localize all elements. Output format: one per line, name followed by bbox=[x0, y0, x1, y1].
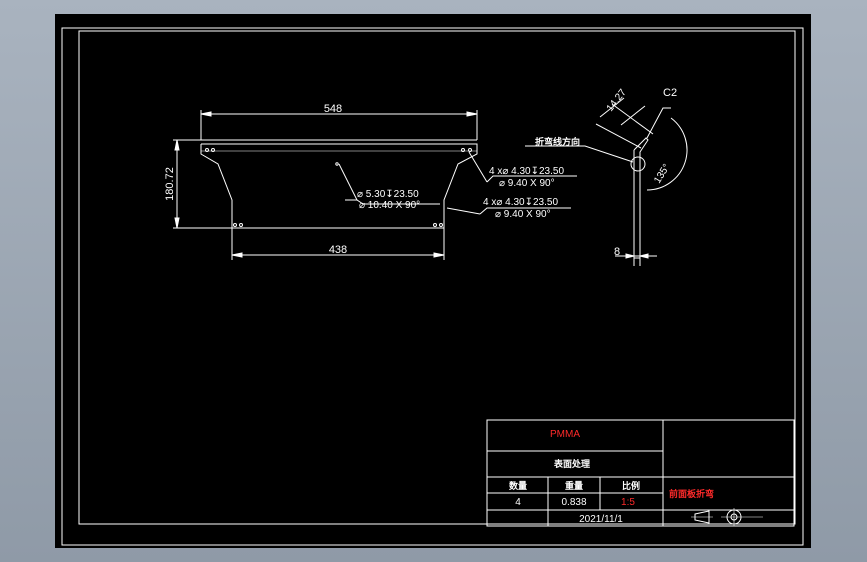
hole-marker bbox=[233, 223, 237, 227]
hole-center-spec-2: ⌀ 10.40 X 90° bbox=[359, 200, 420, 211]
dim-flange: 14.27 bbox=[605, 87, 629, 114]
angle-label: 135° bbox=[652, 162, 672, 185]
hole-marker bbox=[335, 162, 339, 166]
title-header-scale: 比例 bbox=[622, 480, 640, 491]
projection-symbol-icon bbox=[691, 508, 763, 526]
title-weight: 0.838 bbox=[561, 497, 586, 508]
title-drawing-name: 前面板折弯 bbox=[669, 488, 714, 499]
title-scale: 1:5 bbox=[621, 497, 635, 508]
bend-circle bbox=[630, 156, 646, 172]
sheet-outer-border bbox=[61, 27, 804, 546]
title-header-weight: 重量 bbox=[565, 480, 583, 491]
title-part-name: 表面处理 bbox=[553, 458, 590, 469]
chamfer-label: C2 bbox=[663, 87, 677, 99]
hole-right-top-spec-2: ⌀ 9.40 X 90° bbox=[499, 178, 555, 189]
title-material: PMMA bbox=[550, 429, 580, 440]
bend-note: 折弯线方向 bbox=[535, 136, 580, 147]
title-block bbox=[486, 419, 795, 527]
hole-marker bbox=[433, 223, 437, 227]
hole-right-top-spec-1: 4 x⌀ 4.30↧23.50 bbox=[489, 166, 564, 177]
leader-right-bottom bbox=[446, 207, 481, 215]
leader-right-top bbox=[468, 151, 488, 183]
hole-marker bbox=[205, 148, 209, 152]
title-date: 2021/11/1 bbox=[579, 514, 623, 525]
hole-marker bbox=[439, 223, 443, 227]
dim-bottom-length: 438 bbox=[329, 244, 347, 256]
hole-marker bbox=[468, 148, 472, 152]
hole-marker bbox=[461, 148, 465, 152]
sheet-inner-border bbox=[78, 30, 796, 525]
dim-height: 180.72 bbox=[164, 167, 176, 201]
leader-center-hole bbox=[338, 163, 358, 201]
title-qty: 4 bbox=[515, 497, 521, 508]
dim-top-length: 548 bbox=[324, 103, 342, 115]
note-leader bbox=[525, 145, 634, 163]
cad-viewport[interactable]: 548 180.72 438 ⌀ 5.30↧23.50 ⌀ 10.40 X 90… bbox=[55, 14, 811, 548]
dim-line-flange bbox=[595, 123, 642, 149]
hole-marker bbox=[239, 223, 243, 227]
hole-center-spec-1: ⌀ 5.30↧23.50 bbox=[357, 189, 419, 200]
drawing-canvas: 548 180.72 438 ⌀ 5.30↧23.50 ⌀ 10.40 X 90… bbox=[61, 27, 804, 546]
side-profile bbox=[633, 137, 649, 258]
thickness-label: 8 bbox=[614, 246, 620, 258]
hole-right-bottom-spec-1: 4 x⌀ 4.30↧23.50 bbox=[483, 197, 558, 208]
hole-right-bottom-spec-2: ⌀ 9.40 X 90° bbox=[495, 209, 551, 220]
hole-marker bbox=[211, 148, 215, 152]
part-outline bbox=[200, 143, 478, 229]
chamfer-leader bbox=[646, 107, 671, 139]
title-header-qty: 数量 bbox=[509, 480, 527, 491]
